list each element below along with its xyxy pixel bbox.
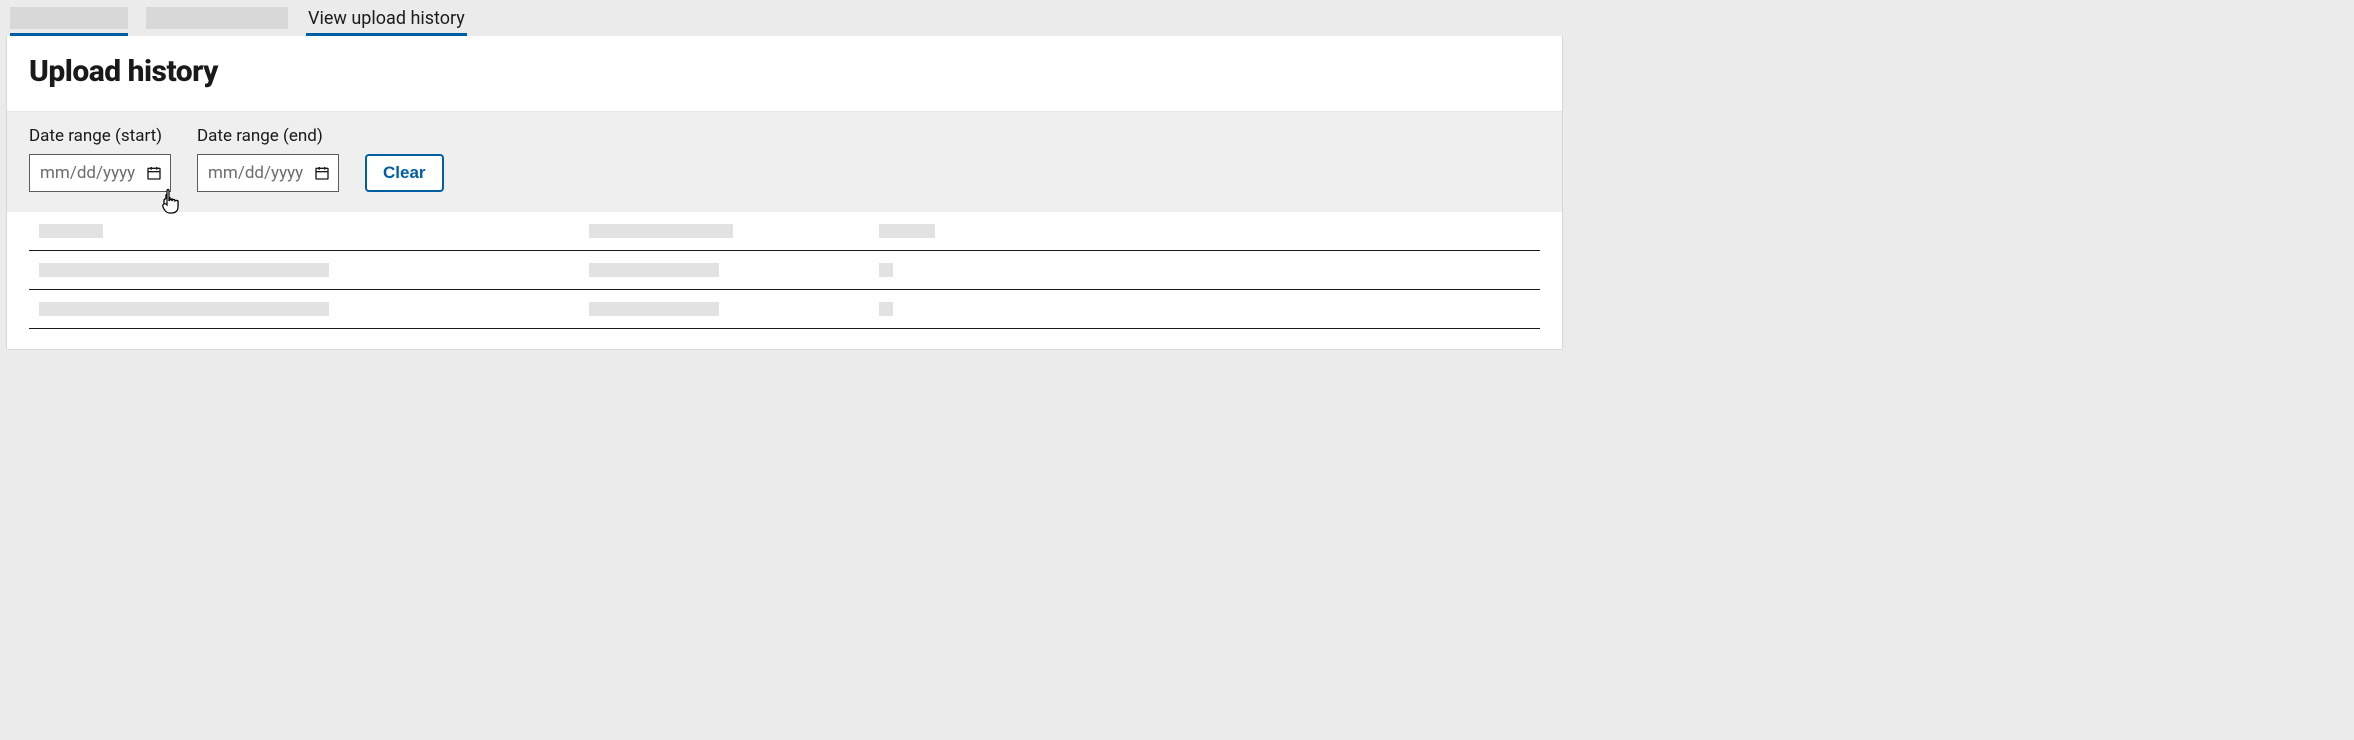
date-end-input[interactable]: mm/dd/yyyy bbox=[197, 154, 339, 192]
tab-label: View upload history bbox=[308, 8, 465, 29]
column-header-placeholder bbox=[589, 224, 733, 238]
date-start-input[interactable]: mm/dd/yyyy bbox=[29, 154, 171, 192]
table-header-row bbox=[29, 212, 1540, 251]
card-header: Upload history bbox=[7, 36, 1562, 112]
date-end-label: Date range (end) bbox=[197, 126, 339, 146]
upload-history-card: Upload history Date range (start) mm/dd/… bbox=[6, 36, 1563, 350]
clear-button[interactable]: Clear bbox=[365, 154, 444, 192]
tab-placeholder bbox=[146, 7, 288, 29]
page-title: Upload history bbox=[29, 54, 1540, 89]
table-area bbox=[7, 212, 1562, 349]
tab-2[interactable] bbox=[146, 0, 288, 36]
tab-placeholder bbox=[10, 7, 128, 29]
cell-placeholder bbox=[879, 263, 893, 277]
column-header-placeholder bbox=[39, 224, 103, 238]
date-start-placeholder: mm/dd/yyyy bbox=[40, 163, 135, 183]
tabs: View upload history bbox=[0, 0, 1569, 36]
cell-placeholder bbox=[39, 302, 329, 316]
tab-1[interactable] bbox=[10, 0, 128, 36]
date-start-label: Date range (start) bbox=[29, 126, 171, 146]
calendar-icon bbox=[146, 165, 162, 181]
filter-bar: Date range (start) mm/dd/yyyy bbox=[7, 112, 1562, 212]
column-header-placeholder bbox=[879, 224, 935, 238]
cell-placeholder bbox=[589, 302, 719, 316]
clear-button-label: Clear bbox=[383, 163, 426, 183]
date-end-placeholder: mm/dd/yyyy bbox=[208, 163, 303, 183]
cell-placeholder bbox=[879, 302, 893, 316]
date-range-start-group: Date range (start) mm/dd/yyyy bbox=[29, 126, 171, 192]
date-range-end-group: Date range (end) mm/dd/yyyy bbox=[197, 126, 339, 192]
cell-placeholder bbox=[39, 263, 329, 277]
tab-view-upload-history[interactable]: View upload history bbox=[306, 0, 467, 36]
cell-placeholder bbox=[589, 263, 719, 277]
calendar-icon bbox=[314, 165, 330, 181]
table-row bbox=[29, 290, 1540, 329]
table-row bbox=[29, 251, 1540, 290]
